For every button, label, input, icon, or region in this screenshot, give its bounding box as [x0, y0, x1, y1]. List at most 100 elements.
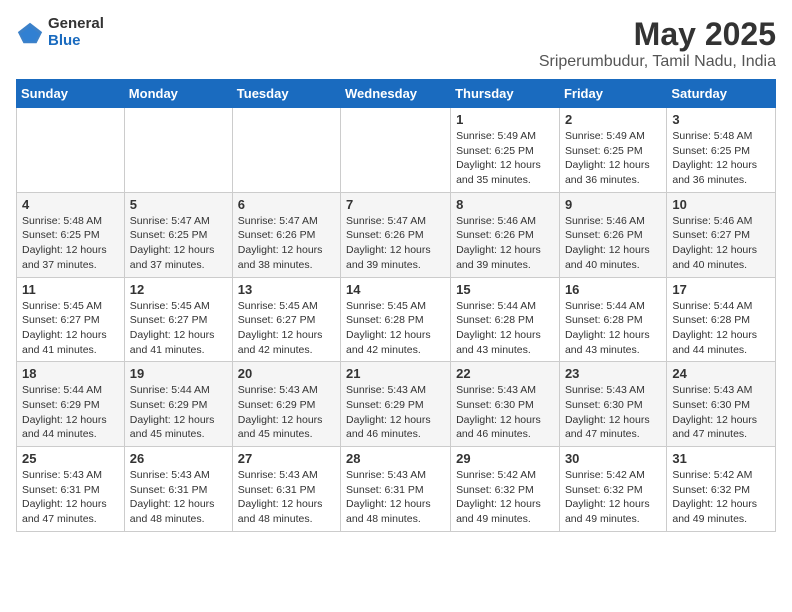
title-month: May 2025: [539, 16, 776, 53]
calendar-cell: 30Sunrise: 5:42 AMSunset: 6:32 PMDayligh…: [559, 447, 666, 532]
calendar-cell: 19 Sunrise: 5:44 AMSunset: 6:29 PMDayligh…: [124, 362, 232, 447]
page-header: General Blue May 2025 Sriperumbudur, Tam…: [16, 16, 776, 71]
day-number: 13: [238, 282, 335, 297]
day-info: Sunrise: 5:43 AMSunset: 6:30 PMDaylight:…: [672, 383, 770, 442]
day-header-friday: Friday: [559, 80, 666, 108]
day-number: 25: [22, 451, 119, 466]
calendar-cell: 21 Sunrise: 5:43 AMSunset: 6:29 PMDayligh…: [341, 362, 451, 447]
day-info: Sunrise: 5:44 AMSunset: 6:29 PMDaylight:…: [130, 383, 227, 442]
day-number: 28: [346, 451, 445, 466]
logo-blue: Blue: [48, 33, 104, 50]
day-info: Sunrise: 5:42 AMSunset: 6:32 PMDaylight:…: [672, 468, 770, 527]
day-info: Sunrise: 5:46 AMSunset: 6:26 PMDaylight:…: [456, 214, 554, 273]
calendar-cell: 12 Sunrise: 5:45 AMSunset: 6:27 PMDayligh…: [124, 277, 232, 362]
day-info: Sunrise: 5:43 AMSunset: 6:29 PMDaylight:…: [346, 383, 445, 442]
day-number: 12: [130, 282, 227, 297]
day-info: Sunrise: 5:45 AMSunset: 6:28 PMDaylight:…: [346, 299, 445, 358]
day-number: 9: [565, 197, 661, 212]
day-number: 8: [456, 197, 554, 212]
calendar-cell: 26 Sunrise: 5:43 AMSunset: 6:31 PMDayligh…: [124, 447, 232, 532]
logo: General Blue: [16, 16, 104, 49]
day-info: Sunrise: 5:43 AMSunset: 6:31 PMDaylight:…: [130, 468, 227, 527]
logo-general: General: [48, 16, 104, 33]
day-number: 16: [565, 282, 661, 297]
week-row-4: 18 Sunrise: 5:44 AMSunset: 6:29 PMDayligh…: [17, 362, 776, 447]
logo-icon: [16, 19, 44, 47]
day-info: Sunrise: 5:43 AMSunset: 6:31 PMDaylight:…: [22, 468, 119, 527]
day-info: Sunrise: 5:42 AMSunset: 6:32 PMDaylight:…: [565, 468, 661, 527]
day-number: 22: [456, 366, 554, 381]
calendar-cell: 4Sunrise: 5:48 AMSunset: 6:25 PMDaylight…: [17, 192, 125, 277]
title-location: Sriperumbudur, Tamil Nadu, India: [539, 53, 776, 71]
calendar-cell: 13 Sunrise: 5:45 AMSunset: 6:27 PMDayligh…: [232, 277, 340, 362]
day-header-tuesday: Tuesday: [232, 80, 340, 108]
day-info: Sunrise: 5:48 AMSunset: 6:25 PMDaylight:…: [672, 129, 770, 188]
calendar-cell: 16 Sunrise: 5:44 AMSunset: 6:28 PMDayligh…: [559, 277, 666, 362]
day-number: 4: [22, 197, 119, 212]
day-number: 2: [565, 112, 661, 127]
day-info: Sunrise: 5:46 AMSunset: 6:27 PMDaylight:…: [672, 214, 770, 273]
calendar-cell: 31 Sunrise: 5:42 AMSunset: 6:32 PMDayligh…: [667, 447, 776, 532]
title-block: May 2025 Sriperumbudur, Tamil Nadu, Indi…: [539, 16, 776, 71]
day-number: 1: [456, 112, 554, 127]
calendar-cell: 23 Sunrise: 5:43 AMSunset: 6:30 PMDayligh…: [559, 362, 666, 447]
calendar-cell: 10 Sunrise: 5:46 AMSunset: 6:27 PMDayligh…: [667, 192, 776, 277]
day-header-wednesday: Wednesday: [341, 80, 451, 108]
day-info: Sunrise: 5:45 AMSunset: 6:27 PMDaylight:…: [130, 299, 227, 358]
day-number: 19: [130, 366, 227, 381]
day-number: 20: [238, 366, 335, 381]
day-number: 11: [22, 282, 119, 297]
calendar-cell: 11Sunrise: 5:45 AMSunset: 6:27 PMDayligh…: [17, 277, 125, 362]
calendar-cell: 14 Sunrise: 5:45 AMSunset: 6:28 PMDayligh…: [341, 277, 451, 362]
day-number: 6: [238, 197, 335, 212]
calendar-cell: 24Sunrise: 5:43 AMSunset: 6:30 PMDayligh…: [667, 362, 776, 447]
calendar-cell: 17 Sunrise: 5:44 AMSunset: 6:28 PMDayligh…: [667, 277, 776, 362]
day-number: 5: [130, 197, 227, 212]
calendar-cell: 28 Sunrise: 5:43 AMSunset: 6:31 PMDayligh…: [341, 447, 451, 532]
day-number: 21: [346, 366, 445, 381]
day-number: 7: [346, 197, 445, 212]
logo-text: General Blue: [48, 16, 104, 49]
day-info: Sunrise: 5:44 AMSunset: 6:28 PMDaylight:…: [672, 299, 770, 358]
day-info: Sunrise: 5:43 AMSunset: 6:30 PMDaylight:…: [565, 383, 661, 442]
day-info: Sunrise: 5:44 AMSunset: 6:28 PMDaylight:…: [565, 299, 661, 358]
day-info: Sunrise: 5:43 AMSunset: 6:29 PMDaylight:…: [238, 383, 335, 442]
day-number: 23: [565, 366, 661, 381]
day-number: 17: [672, 282, 770, 297]
day-info: Sunrise: 5:44 AMSunset: 6:29 PMDaylight:…: [22, 383, 119, 442]
day-info: Sunrise: 5:46 AMSunset: 6:26 PMDaylight:…: [565, 214, 661, 273]
day-header-saturday: Saturday: [667, 80, 776, 108]
day-number: 29: [456, 451, 554, 466]
calendar-cell: 15 Sunrise: 5:44 AMSunset: 6:28 PMDayligh…: [451, 277, 560, 362]
week-row-5: 25 Sunrise: 5:43 AMSunset: 6:31 PMDayligh…: [17, 447, 776, 532]
day-number: 18: [22, 366, 119, 381]
week-row-1: 1 Sunrise: 5:49 AMSunset: 6:25 PMDaylight…: [17, 108, 776, 193]
day-number: 26: [130, 451, 227, 466]
calendar-cell: 9 Sunrise: 5:46 AMSunset: 6:26 PMDaylight…: [559, 192, 666, 277]
day-info: Sunrise: 5:47 AMSunset: 6:26 PMDaylight:…: [346, 214, 445, 273]
calendar-cell: 1Sunrise: 5:49 AMSunset: 6:25 PMDaylight…: [451, 108, 560, 193]
day-number: 15: [456, 282, 554, 297]
calendar-cell: [341, 108, 451, 193]
day-info: Sunrise: 5:43 AMSunset: 6:31 PMDaylight:…: [346, 468, 445, 527]
calendar-cell: [124, 108, 232, 193]
day-info: Sunrise: 5:44 AMSunset: 6:28 PMDaylight:…: [456, 299, 554, 358]
calendar-cell: 29Sunrise: 5:42 AMSunset: 6:32 PMDayligh…: [451, 447, 560, 532]
day-info: Sunrise: 5:45 AMSunset: 6:27 PMDaylight:…: [238, 299, 335, 358]
day-number: 27: [238, 451, 335, 466]
day-header-sunday: Sunday: [17, 80, 125, 108]
day-info: Sunrise: 5:49 AMSunset: 6:25 PMDaylight:…: [565, 129, 661, 188]
calendar-cell: 27Sunrise: 5:43 AMSunset: 6:31 PMDayligh…: [232, 447, 340, 532]
day-number: 14: [346, 282, 445, 297]
day-number: 31: [672, 451, 770, 466]
day-header-thursday: Thursday: [451, 80, 560, 108]
day-number: 10: [672, 197, 770, 212]
calendar-cell: 5 Sunrise: 5:47 AMSunset: 6:25 PMDaylight…: [124, 192, 232, 277]
day-info: Sunrise: 5:47 AMSunset: 6:25 PMDaylight:…: [130, 214, 227, 273]
day-header-monday: Monday: [124, 80, 232, 108]
calendar-cell: 25 Sunrise: 5:43 AMSunset: 6:31 PMDayligh…: [17, 447, 125, 532]
calendar-cell: [17, 108, 125, 193]
day-number: 3: [672, 112, 770, 127]
day-info: Sunrise: 5:43 AMSunset: 6:30 PMDaylight:…: [456, 383, 554, 442]
header-row: SundayMondayTuesdayWednesdayThursdayFrid…: [17, 80, 776, 108]
